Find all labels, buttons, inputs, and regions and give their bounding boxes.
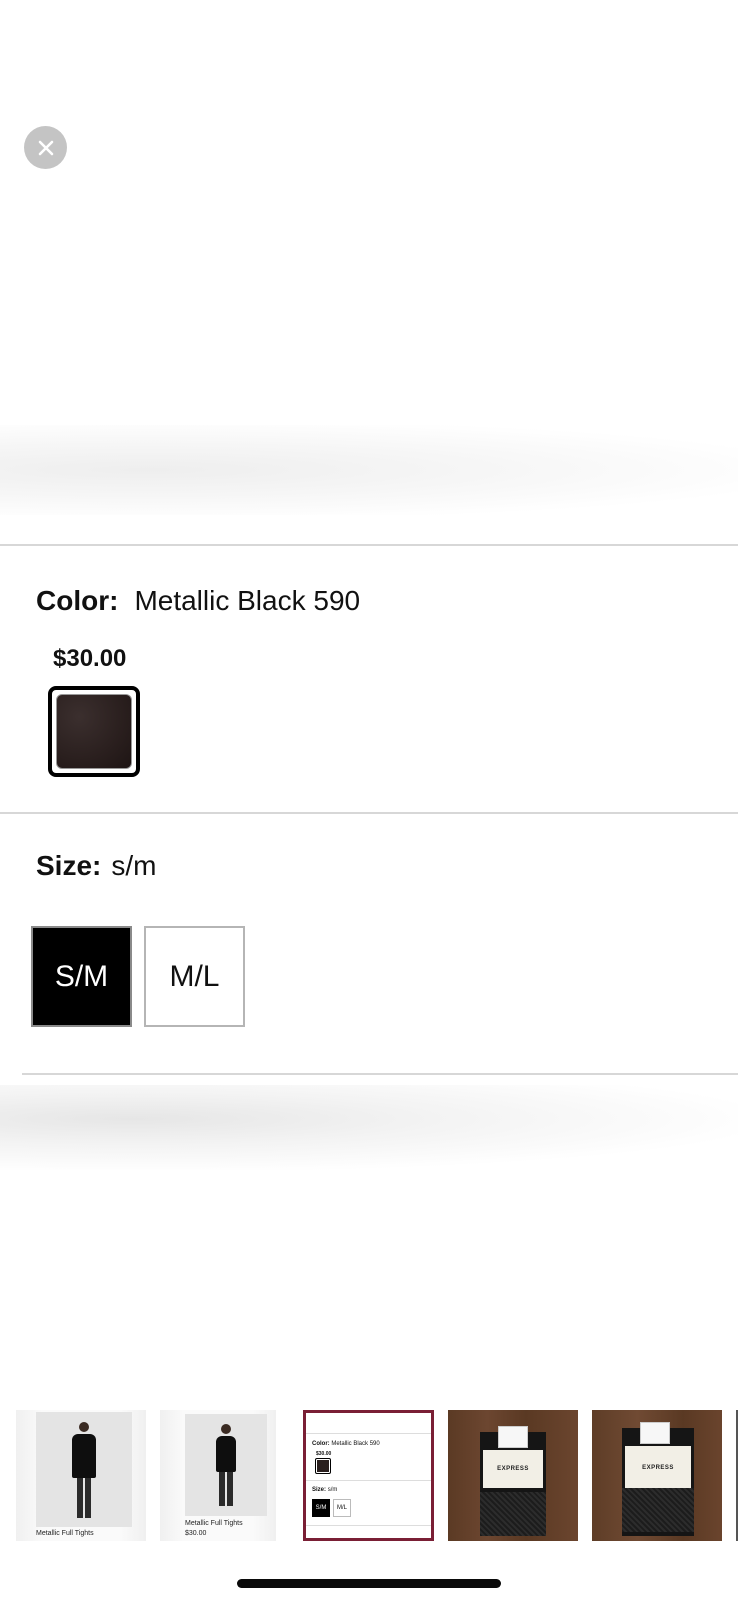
package-photo: EXPRESS (622, 1422, 694, 1536)
thumbnail-2[interactable]: Metallic Full Tights $30.00 (160, 1410, 276, 1541)
size-label: Size: (36, 850, 102, 881)
home-indicator (237, 1579, 501, 1588)
thumbnail-strip: Metallic Full Tights Metallic Full Tight… (0, 1410, 738, 1545)
color-row: Color: Metallic Black 590 (36, 585, 360, 617)
thumbnail-caption: Metallic Full Tights (185, 1520, 243, 1527)
content-fade (0, 1085, 738, 1170)
color-swatch-metallic-black[interactable] (48, 686, 140, 777)
mini-size-label: Size: (312, 1487, 327, 1493)
model-photo (185, 1414, 267, 1516)
divider (0, 812, 738, 814)
mini-color-row: Color: Metallic Black 590 (312, 1441, 380, 1447)
swatch-fill (56, 694, 132, 769)
mini-size-row: Size: s/m (312, 1487, 337, 1493)
mini-divider (306, 1433, 431, 1434)
mini-size-sm: S/M (312, 1499, 330, 1517)
color-label: Color: (36, 585, 119, 616)
thumbnail-price: $30.00 (185, 1530, 207, 1537)
divider (0, 544, 738, 546)
thumbnail-3-selected[interactable]: Color: Metallic Black 590 $30.00 Size: s… (303, 1410, 434, 1541)
mini-price: $30.00 (316, 1451, 332, 1457)
thumbnail-1[interactable]: Metallic Full Tights (16, 1410, 146, 1541)
size-option-sm[interactable]: S/M (31, 926, 132, 1027)
close-button[interactable] (24, 126, 67, 169)
mini-size-ml: M/L (333, 1499, 351, 1517)
divider (22, 1073, 738, 1075)
thumbnail-5[interactable]: EXPRESS (592, 1410, 722, 1541)
mini-swatch (315, 1458, 331, 1474)
mini-divider (306, 1525, 431, 1526)
size-value: s/m (111, 850, 157, 881)
mini-color-value: Metallic Black 590 (331, 1441, 380, 1447)
mini-size-value: s/m (327, 1487, 338, 1493)
package-brand: EXPRESS (642, 1465, 674, 1471)
model-photo (36, 1412, 132, 1527)
model-figure (72, 1422, 96, 1518)
product-image-fade (0, 425, 738, 515)
mini-color-label: Color: (312, 1441, 330, 1447)
thumbnail-caption: Metallic Full Tights (36, 1530, 94, 1537)
color-value: Metallic Black 590 (134, 585, 361, 616)
package-brand: EXPRESS (497, 1466, 529, 1472)
mini-divider (306, 1480, 431, 1481)
price: $30.00 (53, 645, 127, 672)
model-figure (214, 1424, 238, 1506)
thumbnail-4[interactable]: EXPRESS (448, 1410, 578, 1541)
package-photo: EXPRESS (480, 1426, 546, 1536)
size-row: Size: s/m (36, 850, 156, 882)
close-icon (38, 140, 53, 155)
size-option-ml[interactable]: M/L (144, 926, 245, 1027)
